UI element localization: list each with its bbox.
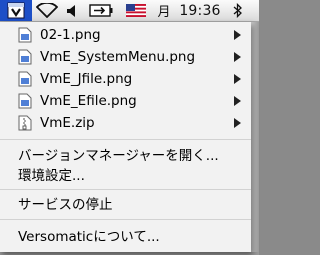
file-label: VmE_SystemMenu.png [40,49,196,65]
wifi-status[interactable] [32,0,62,21]
battery-status[interactable] [88,0,114,21]
file-label: VmE.zip [40,115,95,131]
volume-status[interactable] [62,0,80,21]
menu-item-label: バージョンマネージャーを開く... [18,148,219,164]
battery-icon [89,4,113,17]
clock-day-label: 月 [157,5,171,20]
submenu-arrow-icon [234,96,241,106]
menu-bar: 月 19:36 [0,0,259,22]
preferences-item[interactable]: 環境設定... [0,163,251,185]
input-menu[interactable] [124,0,148,21]
clock-time: 19:36 [179,2,221,19]
clock[interactable]: 19:36 [176,0,224,21]
file-menu-item-1[interactable]: 02-1.png [0,24,251,46]
image-file-icon [18,71,32,87]
submenu-arrow-icon [234,118,241,128]
file-menu-item-2[interactable]: VmE_SystemMenu.png [0,46,251,68]
zip-file-icon [18,115,32,131]
clock-day[interactable]: 月 [154,0,174,21]
about-item[interactable]: Versomaticについて... [0,224,251,246]
image-file-icon [18,93,32,109]
desktop-background [251,22,259,255]
menu-item-label: Versomaticについて... [18,229,160,245]
vme-dropdown-menu: 02-1.png VmE_SystemMenu.png VmE_Jfile.pn… [0,22,251,252]
menu-item-label: 環境設定... [18,168,85,184]
volume-icon [67,4,75,17]
wifi-icon [36,3,58,18]
us-flag-icon [126,4,146,17]
vme-menu-icon [7,2,25,19]
vme-menu-extra[interactable] [0,0,32,21]
menu-item-label: サービスの停止 [18,197,113,213]
menu-separator [0,139,251,140]
file-menu-item-3[interactable]: VmE_Jfile.png [0,68,251,90]
menu-separator [0,219,251,220]
menu-separator [0,189,251,190]
file-menu-item-5[interactable]: VmE.zip [0,112,251,134]
open-version-manager-item[interactable]: バージョンマネージャーを開く... [0,143,251,165]
file-label: 02-1.png [40,27,101,43]
file-label: VmE_Jfile.png [40,71,133,87]
stop-service-item[interactable]: サービスの停止 [0,192,251,214]
file-label: VmE_Efile.png [40,93,137,109]
image-file-icon [18,49,32,65]
submenu-arrow-icon [234,30,241,40]
bluetooth-status[interactable] [230,0,244,21]
submenu-arrow-icon [234,52,241,62]
bluetooth-icon [233,3,242,18]
submenu-arrow-icon [234,74,241,84]
file-menu-item-4[interactable]: VmE_Efile.png [0,90,251,112]
image-file-icon [18,27,32,43]
